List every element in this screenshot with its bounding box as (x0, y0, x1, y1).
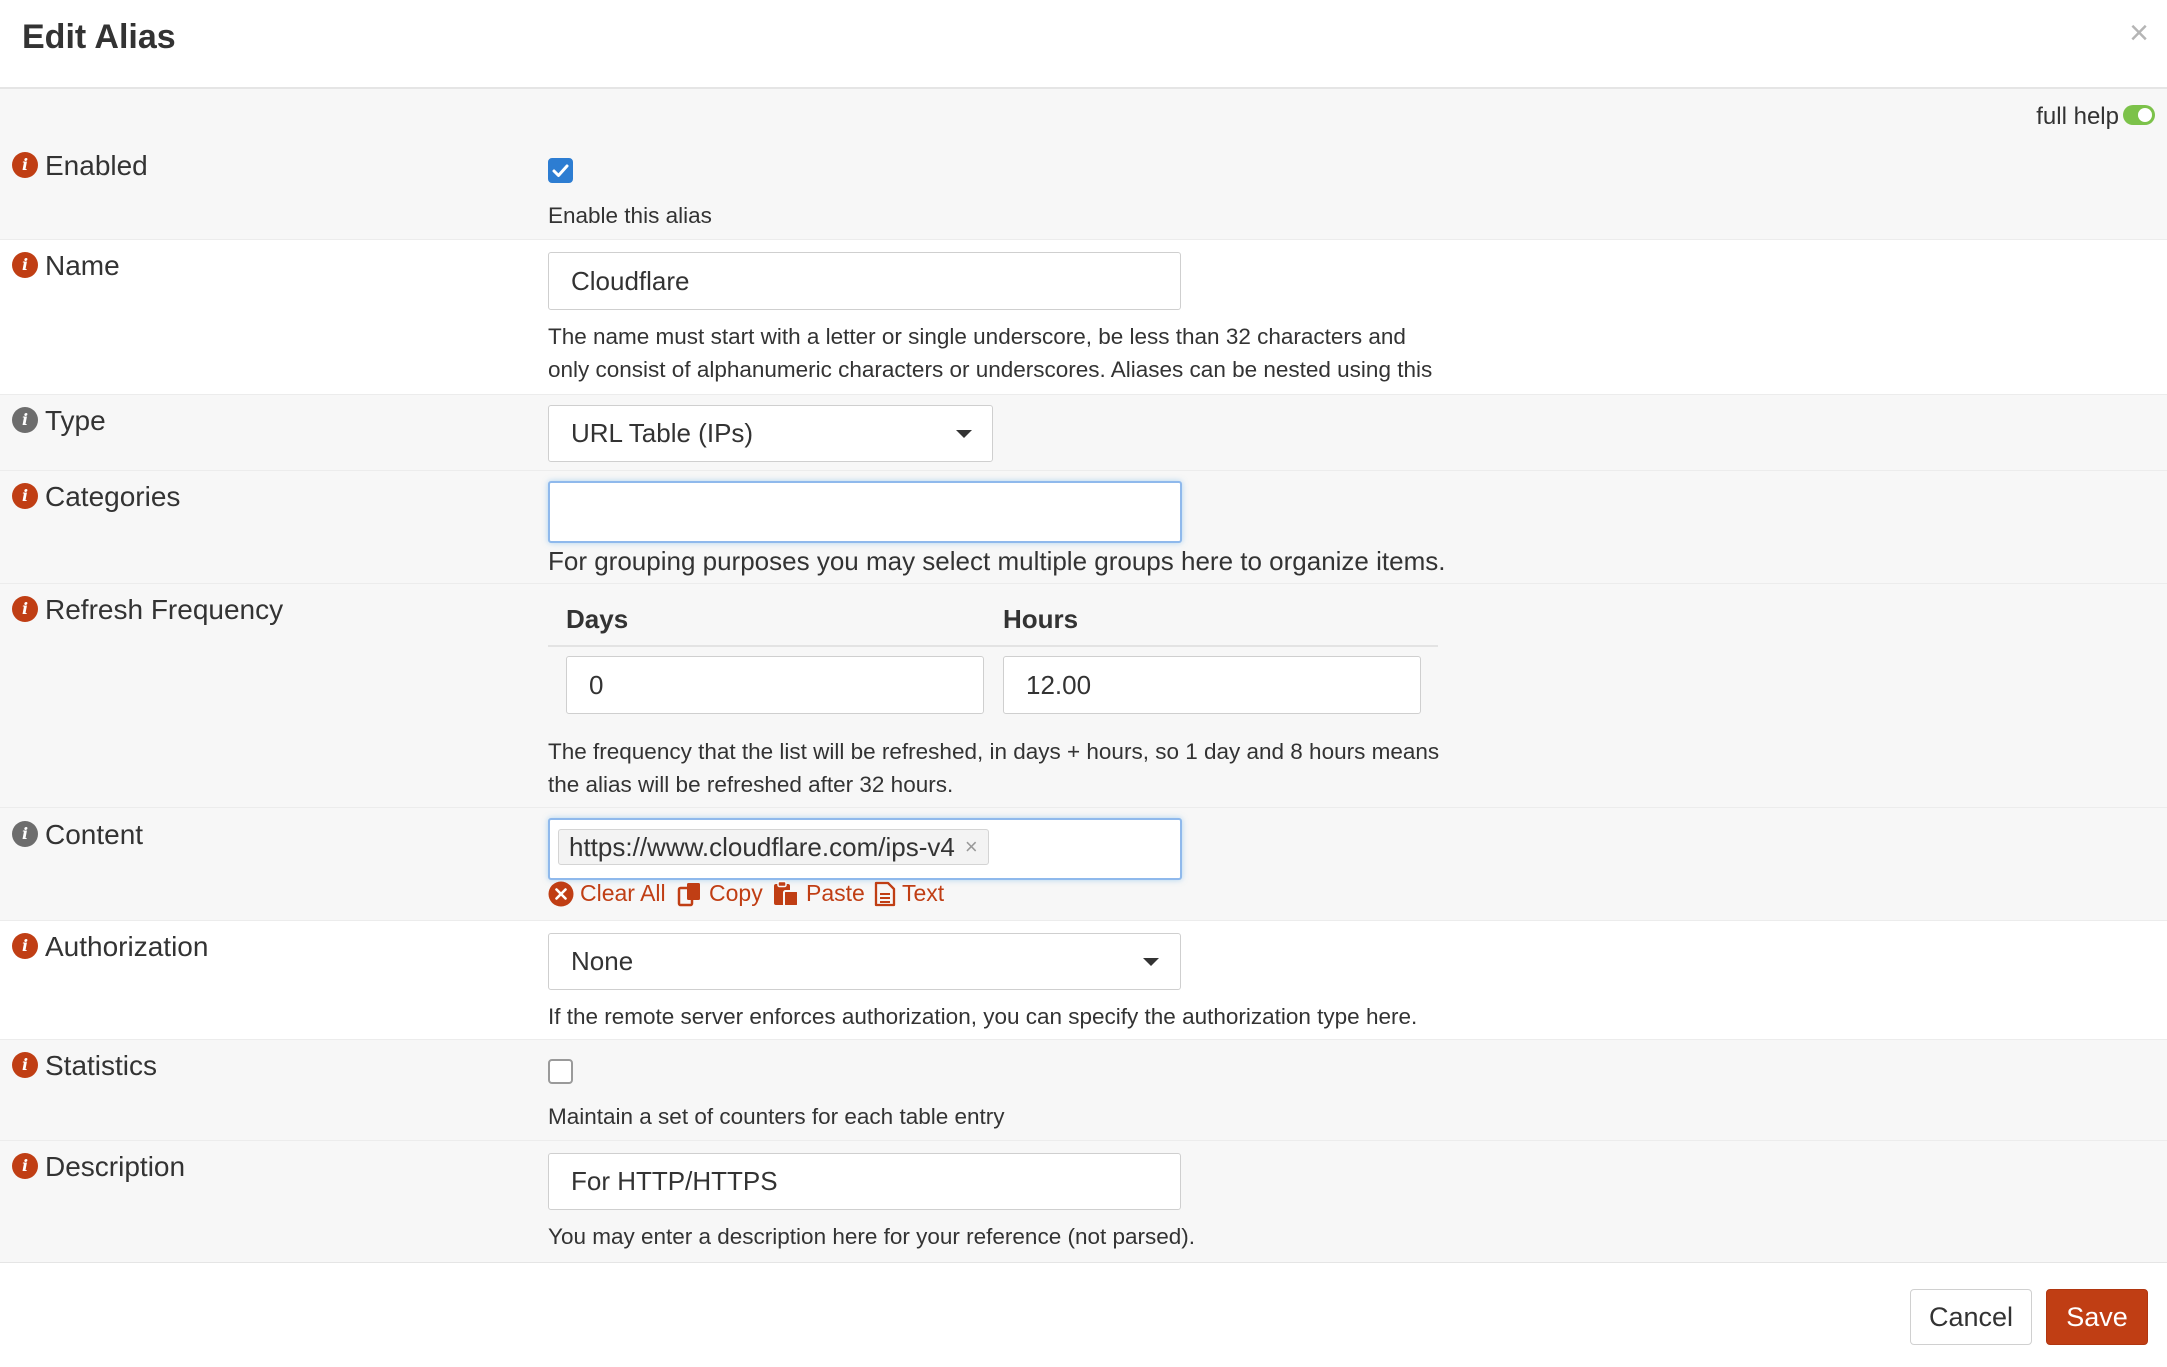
copy-icon (677, 882, 700, 906)
type-select[interactable]: URL Table (IPs) (548, 405, 993, 462)
paste-label: Paste (806, 880, 865, 906)
check-icon (552, 164, 569, 177)
info-icon[interactable]: i (12, 1052, 38, 1078)
info-icon[interactable]: i (12, 821, 38, 847)
file-text-icon (874, 881, 896, 906)
row-statistics: i Statistics Maintain a set of counters … (0, 1040, 2167, 1141)
days-header: Days (566, 604, 629, 634)
clear-all-label: Clear All (580, 880, 666, 906)
text-button[interactable]: Text (874, 880, 944, 907)
name-input[interactable]: Cloudflare (548, 252, 1181, 310)
dialog-title: Edit Alias (22, 18, 176, 56)
row-name: i Name Cloudflare The name must start wi… (0, 240, 2167, 415)
content-tag-label: https://www.cloudflare.com/ips-v4 (569, 831, 955, 862)
row-description: i Description For HTTP/HTTPS You may ent… (0, 1141, 2167, 1262)
field-label: Statistics (45, 1050, 158, 1081)
field-label: Categories (45, 481, 181, 512)
row-content: i Content (0, 808, 2167, 921)
hours-input[interactable]: 12.00 (1003, 656, 1421, 714)
text-label: Text (902, 880, 945, 906)
copy-button[interactable]: Copy (677, 880, 763, 907)
row-type: i Type URL Table (IPs) (0, 395, 2167, 471)
close-icon[interactable]: × (2129, 16, 2149, 50)
full-help-label: full help (2036, 103, 2119, 130)
paste-button[interactable]: Paste (772, 880, 865, 907)
info-icon[interactable]: i (12, 252, 38, 278)
field-help: The frequency that the list will be refr… (548, 739, 1440, 797)
info-icon[interactable]: i (12, 152, 38, 178)
field-help: For grouping purposes you may select mul… (548, 546, 1446, 576)
enabled-checkbox[interactable] (548, 158, 573, 183)
chevron-down-icon (956, 430, 972, 438)
info-icon[interactable]: i (12, 1153, 38, 1179)
chevron-down-icon (1143, 958, 1159, 966)
field-help: Enable this alias (548, 203, 712, 228)
field-label: Content (45, 819, 144, 850)
field-help: Maintain a set of counters for each tabl… (548, 1104, 1005, 1129)
type-select-value: URL Table (IPs) (571, 418, 754, 448)
info-icon[interactable]: i (12, 933, 38, 959)
paste-icon (774, 880, 799, 907)
field-label: Name (45, 250, 120, 281)
cancel-button[interactable]: Cancel (1910, 1289, 2032, 1345)
save-button[interactable]: Save (2046, 1289, 2148, 1345)
info-icon[interactable]: i (12, 483, 38, 509)
clear-all-button[interactable]: Clear All (548, 880, 666, 907)
description-input[interactable]: For HTTP/HTTPS (548, 1153, 1181, 1210)
field-label: Enabled (45, 150, 148, 181)
clear-icon (548, 881, 574, 906)
statistics-checkbox[interactable] (548, 1059, 573, 1084)
row-refresh-frequency: i Refresh Frequency Days Hours 0 12.00 T… (0, 584, 2167, 808)
info-icon[interactable]: i (12, 407, 38, 433)
info-icon[interactable]: i (12, 596, 38, 622)
row-authorization: i Authorization None If the remote serve… (0, 921, 2167, 1040)
days-input[interactable]: 0 (566, 656, 984, 714)
hours-header: Hours (1003, 604, 1079, 634)
authorization-select[interactable]: None (548, 933, 1181, 990)
row-categories: i Categories For grouping purposes you m… (0, 471, 2167, 584)
help-bar: full help (0, 89, 2167, 141)
edit-alias-dialog: Edit Alias × full help i Enabled Enable … (0, 0, 2167, 1367)
dialog-footer: Cancel Save (0, 1262, 2167, 1367)
full-help-toggle[interactable] (2123, 105, 2155, 125)
field-label: Description (45, 1151, 186, 1182)
field-help: You may enter a description here for you… (548, 1224, 1196, 1249)
copy-label: Copy (709, 880, 763, 906)
remove-tag-icon[interactable]: × (965, 834, 978, 860)
field-help: If the remote server enforces authorizat… (548, 1004, 1418, 1029)
authorization-select-value: None (571, 946, 634, 976)
field-label: Authorization (45, 931, 209, 962)
field-label: Type (45, 405, 106, 436)
field-label: Refresh Frequency (45, 594, 284, 625)
categories-input[interactable] (548, 481, 1182, 543)
table-divider (548, 645, 1438, 647)
row-enabled: i Enabled Enable this alias (0, 141, 2167, 240)
dialog-header: Edit Alias × (0, 0, 2167, 89)
content-tag: https://www.cloudflare.com/ips-v4 × (558, 829, 989, 865)
